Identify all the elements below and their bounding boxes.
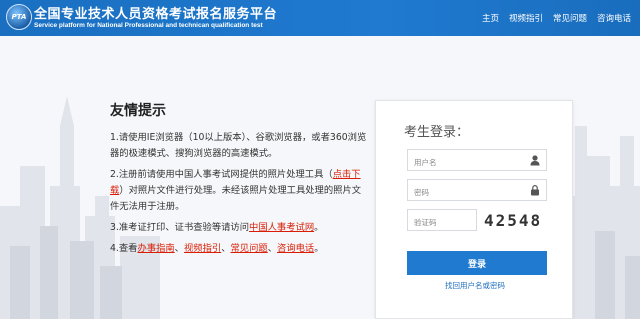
nav-hotline[interactable]: 咨询电话 (592, 10, 636, 26)
captcha-input[interactable] (408, 212, 472, 233)
hotline-link[interactable]: 咨询电话 (277, 243, 314, 254)
nav-home[interactable]: 主页 (477, 10, 504, 26)
tip-4-sep-3: 、 (267, 243, 278, 254)
tip-2-text-b: ）对照片文件进行处理。未经该照片处理工具处理的照片文件无法用于注册。 (110, 185, 362, 212)
tip-4-sep-2: 、 (221, 243, 231, 254)
cpta-site-link[interactable]: 中国人事考试网 (249, 222, 314, 233)
site-title: 全国专业技术人员资格考试报名服务平台 (34, 7, 278, 22)
friendly-tips-panel: 友情提示 1.请使用IE浏览器（10以上版本）、谷歌浏览器，或者360浏览器的极… (110, 100, 370, 262)
nav-faq[interactable]: 常见问题 (548, 10, 592, 26)
site-header: PTA 全国专业技术人员资格考试报名服务平台 Service platform … (0, 0, 640, 36)
site-subtitle: Service platform for National Profession… (34, 22, 263, 29)
tip-2-text-a: 2.注册前请使用中国人事考试网提供的照片处理工具（ (110, 169, 333, 180)
nav-video-guide[interactable]: 视频指引 (504, 10, 548, 26)
login-button[interactable]: 登录 (407, 251, 547, 275)
logo-icon: PTA (6, 4, 32, 30)
login-panel: 考生登录： 42548 登录 找回用户名或密码 (375, 100, 573, 319)
tip-4: 4.查看办事指南、视频指引、常见问题、咨询电话。 (110, 241, 370, 257)
tip-3-text-b: 。 (314, 222, 324, 233)
tips-title: 友情提示 (110, 103, 166, 119)
captcha-image[interactable]: 42548 (480, 209, 542, 233)
username-field-box (407, 149, 547, 173)
tip-3: 3.准考证打印、证书查验等请访问中国人事考试网。 (110, 220, 370, 236)
faq-link[interactable]: 常见问题 (231, 243, 268, 254)
user-icon (530, 155, 540, 166)
tip-1: 1.请使用IE浏览器（10以上版本）、谷歌浏览器，或者360浏览器的极速模式、搜… (110, 132, 367, 159)
lock-icon (531, 185, 539, 196)
tip-4-sep-1: 、 (174, 243, 184, 254)
captcha-field-box (407, 209, 477, 233)
login-title: 考生登录： (404, 125, 470, 140)
tip-2: 2.注册前请使用中国人事考试网提供的照片处理工具（点击下载）对照片文件进行处理。… (110, 167, 370, 215)
top-nav: 主页 视频指引 常见问题 咨询电话 (477, 10, 636, 26)
password-field-box (407, 179, 547, 203)
video-guide-link[interactable]: 视频指引 (184, 243, 221, 254)
recover-account-link[interactable]: 找回用户名或密码 (376, 280, 574, 291)
logo-text: PTA (11, 13, 27, 21)
tip-4-text-a: 4.查看 (110, 243, 138, 254)
tip-4-text-b: 。 (314, 243, 324, 254)
tip-3-text-a: 3.准考证打印、证书查验等请访问 (110, 222, 250, 233)
guide-link[interactable]: 办事指南 (137, 243, 174, 254)
username-input[interactable] (408, 152, 518, 173)
password-input[interactable] (408, 182, 518, 203)
